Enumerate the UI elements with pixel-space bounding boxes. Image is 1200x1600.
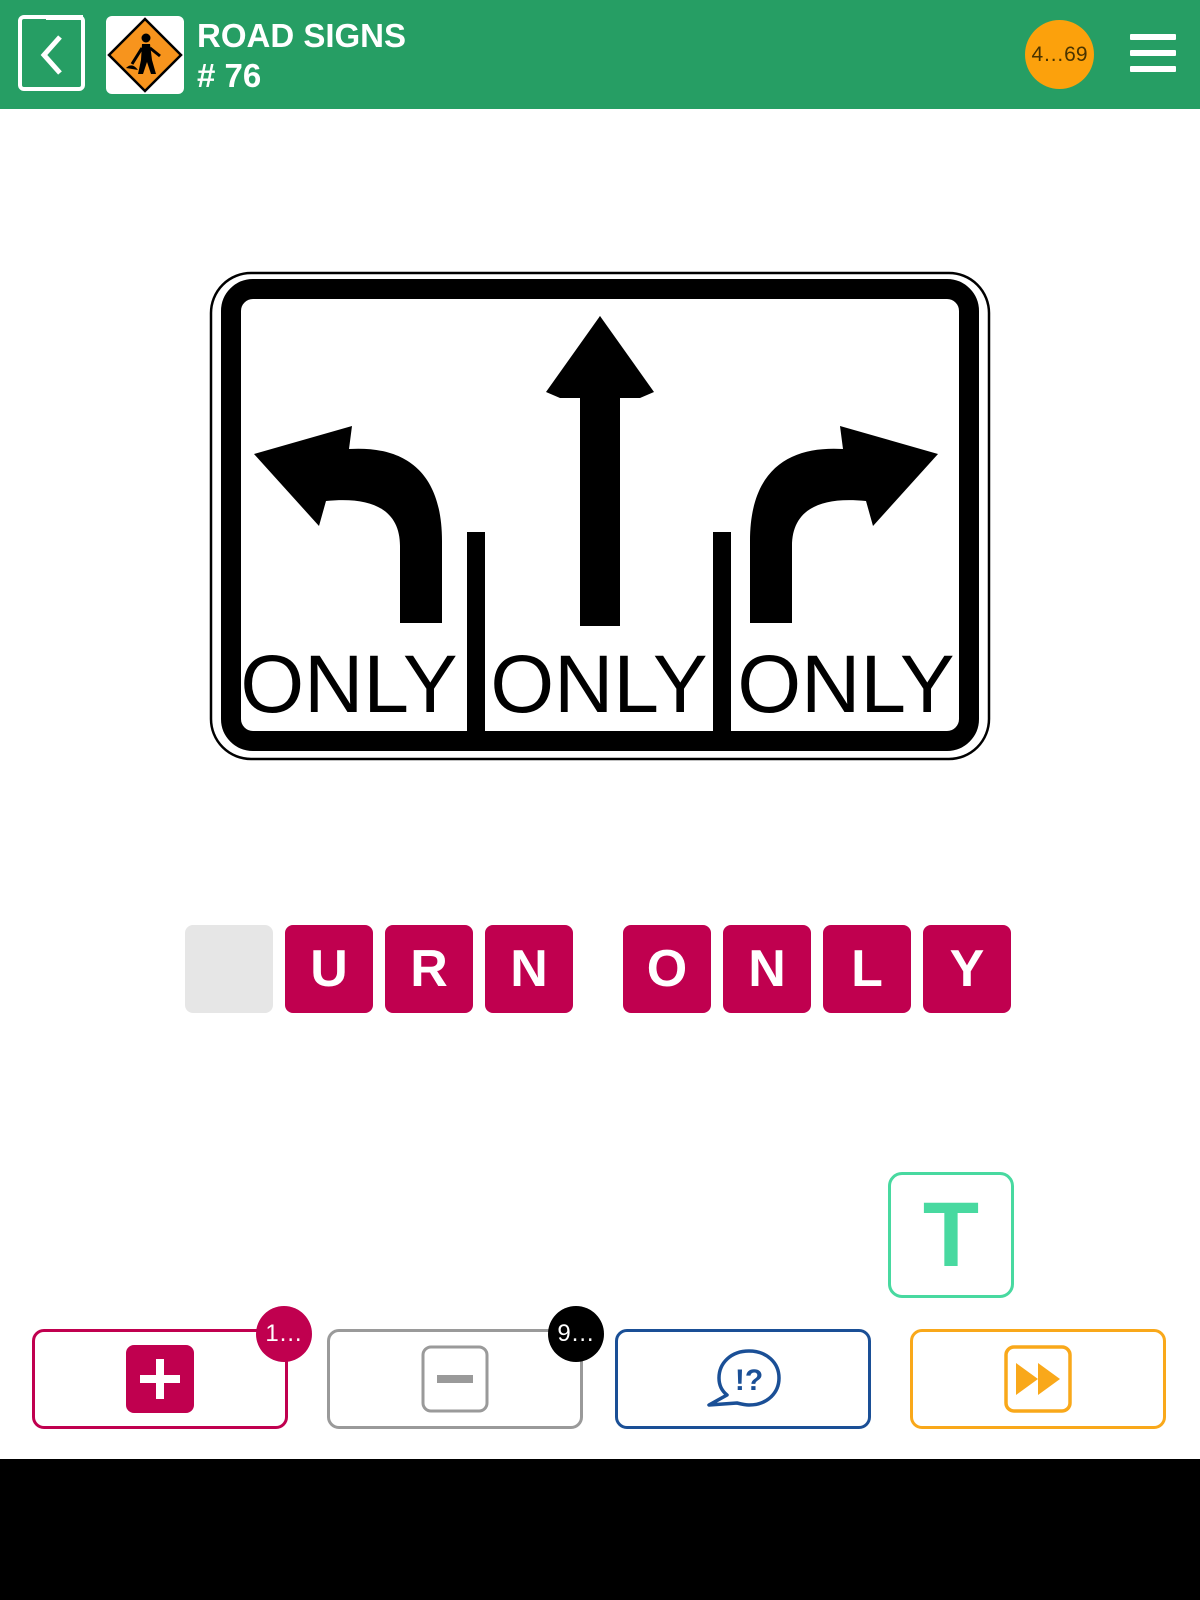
- add-letter-button[interactable]: [32, 1329, 288, 1429]
- lane-label-right: ONLY: [737, 639, 954, 730]
- bottom-black-bar: [0, 1459, 1200, 1600]
- hamburger-menu-icon: [1130, 66, 1176, 72]
- fast-forward-icon: [1004, 1345, 1072, 1413]
- add-letter-count-badge: 1…: [256, 1306, 312, 1362]
- menu-button[interactable]: [1130, 34, 1176, 74]
- speech-bubble-question-icon: !?: [707, 1349, 781, 1407]
- letter-key[interactable]: T: [888, 1172, 1014, 1298]
- answer-letter-tile[interactable]: Y: [923, 925, 1011, 1013]
- answer-slots: U R N O N L Y: [0, 925, 1200, 1013]
- minus-icon: [421, 1345, 489, 1413]
- level-number: # 76: [197, 57, 262, 94]
- hamburger-menu-icon: [1130, 50, 1176, 56]
- answer-letter-tile[interactable]: R: [385, 925, 473, 1013]
- category-title: ROAD SIGNS: [197, 17, 407, 54]
- answer-letter-tile[interactable]: O: [623, 925, 711, 1013]
- top-bar: ROAD SIGNS # 76 4…69: [0, 0, 1200, 109]
- coin-counter[interactable]: 4…69: [1025, 20, 1094, 89]
- back-button[interactable]: [18, 15, 85, 91]
- answer-letter-tile[interactable]: N: [723, 925, 811, 1013]
- chevron-left-icon: [18, 15, 85, 91]
- road-work-sign-icon: [107, 17, 183, 93]
- lane-label-center: ONLY: [490, 639, 707, 730]
- remove-letters-button[interactable]: [327, 1329, 583, 1429]
- answer-letter-tile[interactable]: U: [285, 925, 373, 1013]
- puzzle-image: ONLY ONLY ONLY: [209, 271, 991, 761]
- ask-friend-button[interactable]: !?: [615, 1329, 871, 1429]
- plus-icon: [126, 1345, 194, 1413]
- answer-slot-empty[interactable]: [185, 925, 273, 1013]
- category-icon-frame: [106, 16, 184, 94]
- answer-letter-tile[interactable]: L: [823, 925, 911, 1013]
- skip-level-button[interactable]: [910, 1329, 1166, 1429]
- remove-letters-count-badge: 9…: [548, 1306, 604, 1362]
- hamburger-menu-icon: [1130, 34, 1176, 40]
- lane-label-left: ONLY: [240, 639, 457, 730]
- svg-text:!?: !?: [735, 1364, 763, 1397]
- answer-letter-tile[interactable]: N: [485, 925, 573, 1013]
